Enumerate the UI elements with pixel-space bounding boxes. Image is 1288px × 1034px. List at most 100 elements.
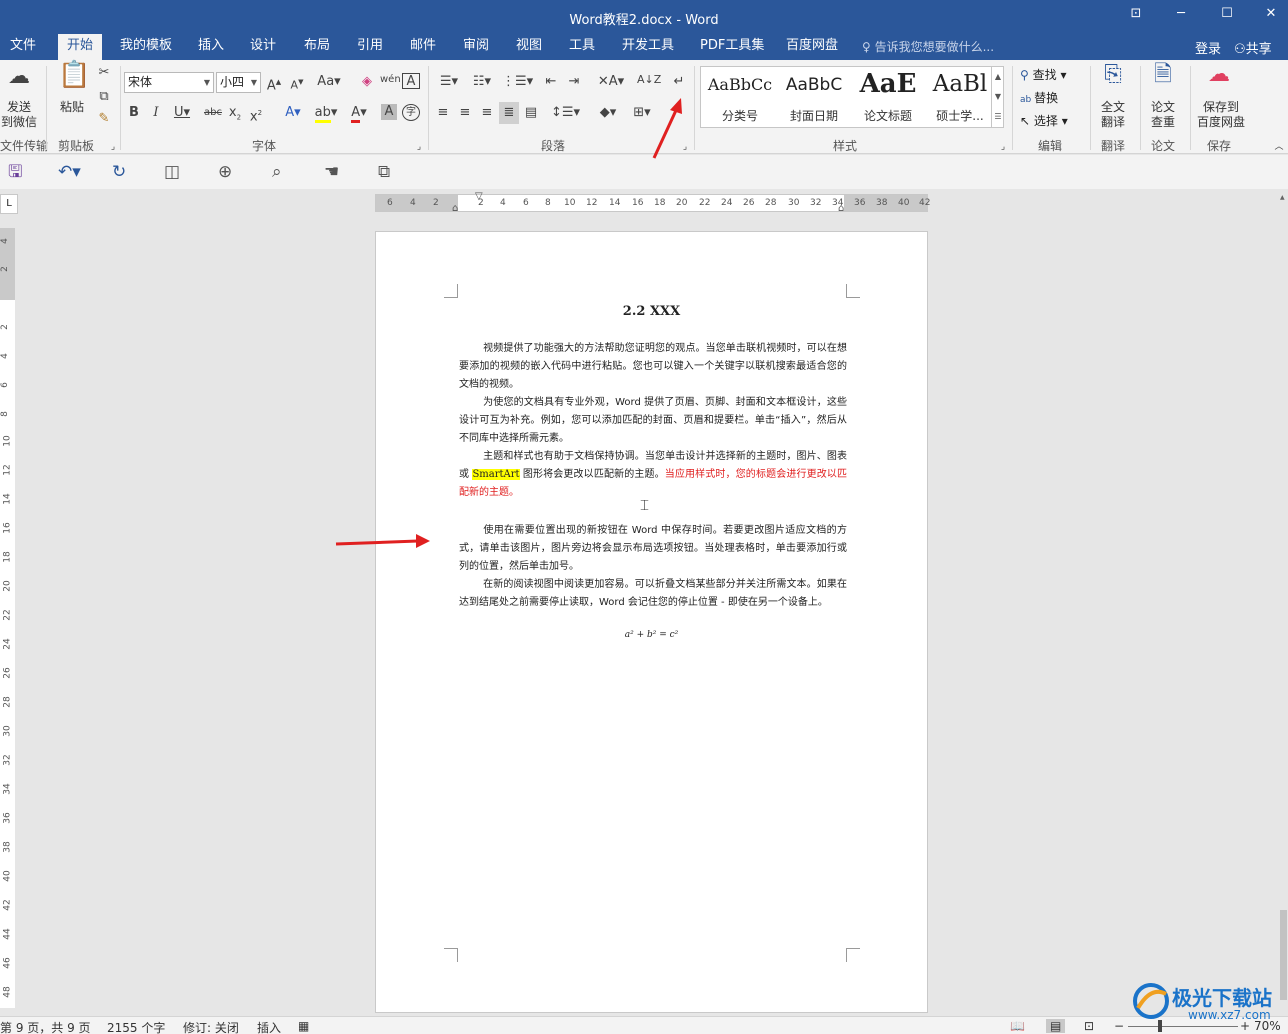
maximize-icon[interactable]: ☐ bbox=[1212, 6, 1242, 26]
clipboard-launcher-icon[interactable]: ⌟ bbox=[108, 138, 118, 156]
read-view-icon[interactable]: 📖 bbox=[1010, 1019, 1025, 1033]
undo-icon[interactable]: ↶▾ bbox=[58, 161, 81, 183]
sort-icon[interactable]: A↓Z bbox=[637, 71, 661, 89]
cut-icon[interactable]: ✂ bbox=[95, 64, 113, 82]
show-marks-icon[interactable]: ↵ bbox=[670, 73, 688, 91]
doc-paragraph[interactable]: 视频提供了功能强大的方法帮助您证明您的观点。当您单击联机视频时，可以在想要添加的… bbox=[459, 340, 847, 394]
customize-qat-icon[interactable]: ⧉ bbox=[378, 161, 390, 183]
style-item[interactable]: AaBbC 封面日期 bbox=[777, 69, 851, 125]
tab-selector-icon[interactable]: L bbox=[0, 194, 18, 214]
collapse-ribbon-icon[interactable]: ︿ bbox=[1273, 138, 1285, 156]
font-name-combo[interactable]: 宋体 ▼ bbox=[124, 72, 214, 93]
font-size-combo[interactable]: 小四 ▼ bbox=[216, 72, 261, 93]
tab-my-templates[interactable]: 我的模板 bbox=[116, 34, 176, 60]
numbering-icon[interactable]: ☷▾ bbox=[468, 73, 496, 91]
tab-file[interactable]: 文件 bbox=[6, 34, 40, 60]
char-border-icon[interactable]: A bbox=[402, 73, 420, 89]
change-case-icon[interactable]: Aa▾ bbox=[316, 73, 342, 91]
read-mode-icon[interactable]: ◫ bbox=[164, 161, 180, 183]
tab-mailings[interactable]: 邮件 bbox=[406, 34, 440, 60]
strikethrough-icon[interactable]: abc bbox=[202, 104, 224, 122]
redo-icon[interactable]: ↻ bbox=[112, 161, 126, 183]
multilevel-list-icon[interactable]: ⋮☰▾ bbox=[502, 73, 533, 91]
send-wechat-button[interactable]: 发送 到微信 bbox=[0, 100, 38, 130]
select-button[interactable]: ↖ 选择 ▾ bbox=[1020, 112, 1068, 129]
line-spacing-icon[interactable]: ↕☰▾ bbox=[551, 104, 580, 122]
macro-icon[interactable]: ▦ bbox=[298, 1019, 309, 1033]
format-painter-icon[interactable]: ✎ bbox=[95, 110, 113, 128]
full-translate-button[interactable]: 全文 翻译 bbox=[1094, 100, 1132, 130]
horizontal-ruler[interactable]: 6 4 2 2 4 6 8 10 12 14 16 18 20 22 24 26… bbox=[375, 191, 930, 214]
right-indent-marker[interactable]: ⌂ bbox=[838, 203, 844, 214]
web-layout-icon[interactable]: ⊕ bbox=[218, 161, 232, 183]
styles-scroll[interactable]: ▲ ▼ ☰ bbox=[991, 67, 1004, 127]
minimize-icon[interactable]: ─ bbox=[1166, 6, 1196, 26]
zoom-out-icon[interactable]: − bbox=[1114, 1019, 1124, 1033]
style-item[interactable]: AaBl 硕士学... bbox=[923, 69, 997, 125]
bullets-icon[interactable]: ☰▾ bbox=[435, 73, 463, 91]
doc-paragraph[interactable]: 在新的阅读视图中阅读更加容易。可以折叠文档某些部分并关注所需文本。如果在达到结尾… bbox=[459, 576, 847, 612]
first-line-indent-marker[interactable]: ▽ bbox=[475, 191, 483, 202]
tab-tools[interactable]: 工具 bbox=[565, 34, 599, 60]
subscript-icon[interactable]: x2 bbox=[227, 104, 243, 127]
font-color-icon[interactable]: A▾ bbox=[344, 104, 374, 123]
ribbon-display-icon[interactable]: ⊡ bbox=[1121, 6, 1151, 26]
tab-layout[interactable]: 布局 bbox=[300, 34, 334, 60]
styles-launcher-icon[interactable]: ⌟ bbox=[998, 138, 1008, 156]
decrease-indent-icon[interactable]: ⇤ bbox=[542, 73, 560, 91]
left-indent-marker[interactable]: ⌂ bbox=[452, 203, 458, 214]
find-button[interactable]: ⚲ 查找 ▾ bbox=[1020, 66, 1066, 83]
wechat-icon[interactable]: ☁ bbox=[5, 66, 33, 88]
tab-references[interactable]: 引用 bbox=[353, 34, 387, 60]
enclose-char-icon[interactable]: 字 bbox=[402, 104, 420, 121]
style-item[interactable]: AaBbCc 分类号 bbox=[703, 69, 777, 125]
text-effects-icon[interactable]: A▾ bbox=[280, 104, 306, 122]
touch-mode-icon[interactable]: ☚ bbox=[324, 161, 339, 183]
distributed-icon[interactable]: ▤ bbox=[522, 104, 540, 122]
share-button[interactable]: ⚇共享 bbox=[1234, 38, 1272, 57]
tell-me-box[interactable]: ♀ 告诉我您想要做什么... bbox=[862, 38, 994, 55]
tab-insert[interactable]: 插入 bbox=[194, 34, 228, 60]
justify-icon[interactable]: ≣ bbox=[499, 102, 519, 124]
tab-baidu-netdisk[interactable]: 百度网盘 bbox=[782, 34, 842, 60]
document-page[interactable]: 2.2 XXX 视频提供了功能强大的方法帮助您证明您的观点。当您单击联机视频时，… bbox=[375, 231, 928, 1013]
tab-view[interactable]: 视图 bbox=[512, 34, 546, 60]
copy-icon[interactable]: ⧉ bbox=[95, 88, 113, 106]
translate-icon[interactable]: ⎘ bbox=[1098, 64, 1128, 86]
shrink-font-icon[interactable]: A▼ bbox=[288, 73, 306, 95]
grow-font-icon[interactable]: A▲ bbox=[265, 73, 283, 95]
save-icon[interactable]: 🖫 bbox=[8, 161, 22, 183]
doc-heading[interactable]: 2.2 XXX bbox=[376, 304, 927, 319]
tab-developer[interactable]: 开发工具 bbox=[618, 34, 678, 60]
word-count[interactable]: 2155 个字 bbox=[107, 1019, 165, 1034]
tab-design[interactable]: 设计 bbox=[246, 34, 280, 60]
print-layout-icon[interactable]: ▤ bbox=[1046, 1019, 1066, 1033]
superscript-icon[interactable]: x2 bbox=[248, 104, 264, 126]
paste-icon[interactable]: 📋 bbox=[58, 62, 90, 88]
shading-icon[interactable]: ◆▾ bbox=[594, 104, 622, 122]
print-preview-icon[interactable]: ⌕ bbox=[272, 161, 282, 183]
login-link[interactable]: 登录 bbox=[1195, 38, 1221, 57]
align-right-icon[interactable]: ≡ bbox=[479, 104, 495, 122]
vertical-scrollbar[interactable]: ▲ bbox=[1279, 190, 1288, 1016]
save-baidu-button[interactable]: 保存到 百度网盘 bbox=[1194, 100, 1248, 130]
phonetic-guide-icon[interactable]: wén bbox=[380, 71, 401, 89]
font-launcher-icon[interactable]: ⌟ bbox=[414, 138, 424, 156]
tab-review[interactable]: 审阅 bbox=[459, 34, 493, 60]
italic-icon[interactable]: I bbox=[148, 104, 164, 122]
align-left-icon[interactable]: ≡ bbox=[435, 104, 451, 122]
bold-icon[interactable]: B bbox=[126, 104, 142, 122]
clear-format-icon[interactable]: ◈ bbox=[358, 73, 376, 91]
doc-paragraph[interactable]: 主题和样式也有助于文档保持协调。当您单击设计并选择新的主题时，图片、图表或 Sm… bbox=[459, 448, 847, 502]
underline-icon[interactable]: U▾ bbox=[170, 104, 194, 122]
replace-button[interactable]: ab 替换 bbox=[1020, 89, 1058, 106]
tab-pdf-tools[interactable]: PDF工具集 bbox=[696, 34, 768, 60]
highlight-icon[interactable]: ab▾ bbox=[310, 104, 342, 123]
equation[interactable]: a² + b² = c² bbox=[376, 630, 927, 640]
web-view-icon[interactable]: ⊡ bbox=[1084, 1019, 1094, 1033]
char-shading-icon[interactable]: A bbox=[381, 104, 397, 120]
baidu-cloud-icon[interactable]: ☁ bbox=[1204, 64, 1234, 86]
paper-check-button[interactable]: 论文 查重 bbox=[1144, 100, 1182, 130]
style-item[interactable]: AaE 论文标题 bbox=[851, 69, 925, 125]
tab-home[interactable]: 开始 bbox=[58, 34, 102, 60]
